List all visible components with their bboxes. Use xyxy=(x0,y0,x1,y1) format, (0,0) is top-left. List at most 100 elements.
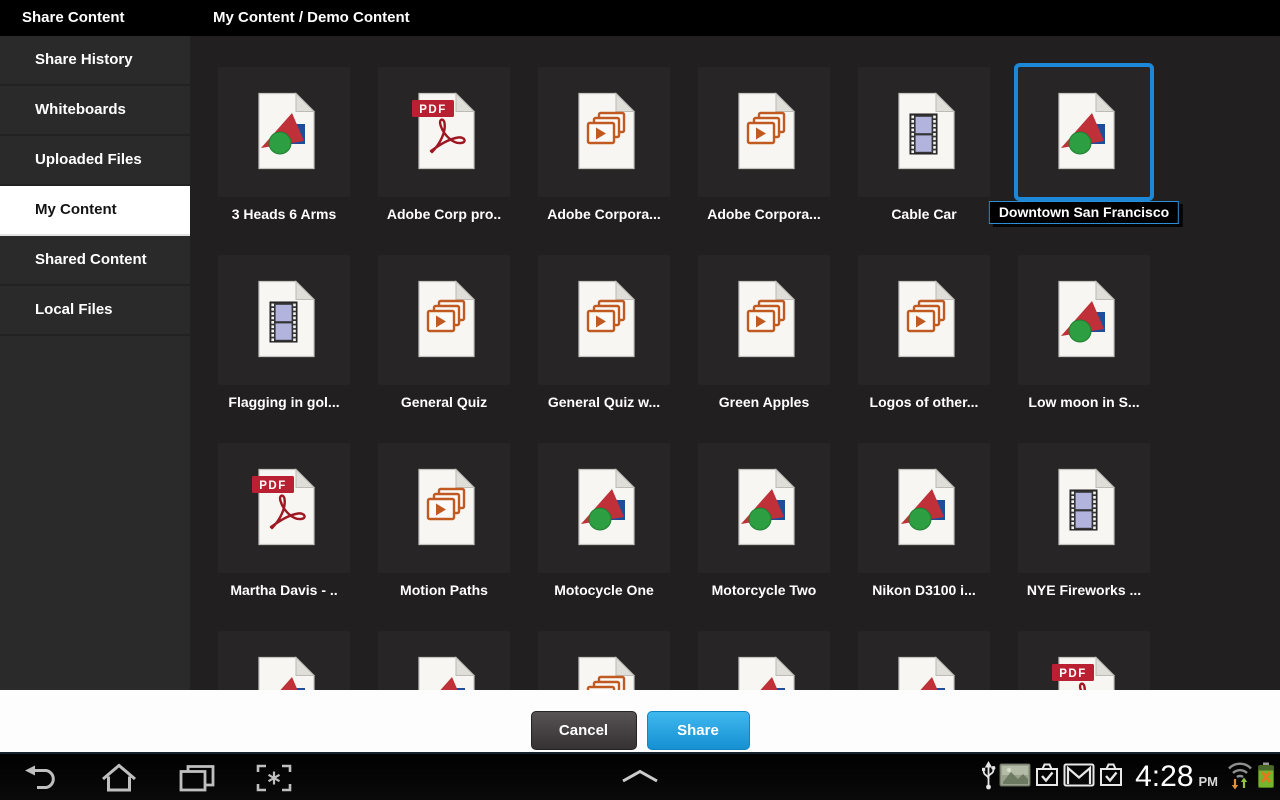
sidebar-item-whiteboards[interactable]: Whiteboards xyxy=(0,86,190,136)
breadcrumb[interactable]: My Content / Demo Content xyxy=(213,9,410,26)
content-tile-label: Motion Paths xyxy=(378,582,510,602)
content-tile-thumbnail xyxy=(538,443,670,573)
share-button[interactable]: Share xyxy=(647,711,750,750)
recent-apps-icon[interactable] xyxy=(178,763,216,793)
screen-capture-icon[interactable] xyxy=(256,763,294,793)
content-tile-thumbnail: PDF xyxy=(218,443,350,573)
image-document-icon xyxy=(891,467,957,549)
content-tile[interactable]: NYE Fireworks ... xyxy=(1018,443,1150,631)
system-navigation-bar: 4:28 PM xyxy=(0,752,1280,800)
clock-meridiem: PM xyxy=(1199,774,1219,789)
content-tile-thumbnail xyxy=(858,443,990,573)
content-tile-label: Motorcycle Two xyxy=(698,582,830,602)
content-tile-label: Logos of other... xyxy=(858,394,990,414)
content-tile[interactable]: Adobe Corpora... xyxy=(538,67,670,255)
usb-icon xyxy=(981,760,996,795)
presentation-document-icon xyxy=(411,279,477,361)
presentation-document-icon xyxy=(571,91,637,173)
content-tile-label: Adobe Corpora... xyxy=(698,206,830,226)
content-tile[interactable]: Green Apples xyxy=(698,255,830,443)
battery-icon xyxy=(1257,761,1275,794)
video-document-icon xyxy=(1051,467,1117,549)
content-tile[interactable]: PDFMartha Davis - .. xyxy=(218,443,350,631)
image-document-icon xyxy=(891,655,957,690)
screen: Share Content My Content / Demo Content … xyxy=(0,0,1280,800)
content-tile[interactable]: Motion Paths xyxy=(378,443,510,631)
content-tile-label: Nikon D3100 i... xyxy=(858,582,990,602)
action-bar: Cancel Share xyxy=(0,690,1280,752)
sidebar-item-local-files[interactable]: Local Files xyxy=(0,286,190,336)
image-document-icon xyxy=(571,467,637,549)
content-tile[interactable]: Flagging in gol... xyxy=(218,255,350,443)
content-tile-thumbnail xyxy=(378,631,510,690)
status-bar[interactable]: 4:28 PM xyxy=(981,754,1275,800)
content-tile-thumbnail xyxy=(698,631,830,690)
content-tile[interactable]: Logos of other... xyxy=(858,255,990,443)
content-tile-label: General Quiz w... xyxy=(538,394,670,414)
content-tile-thumbnail xyxy=(1018,67,1150,197)
content-tile-thumbnail xyxy=(218,67,350,197)
content-tile-thumbnail xyxy=(538,255,670,385)
image-document-icon xyxy=(1051,279,1117,361)
content-tile[interactable]: Motorcycle Two xyxy=(698,443,830,631)
content-tile[interactable]: Nikon D3100 i... xyxy=(858,443,990,631)
svg-text:PDF: PDF xyxy=(1059,668,1087,680)
clock: 4:28 PM xyxy=(1135,760,1218,794)
image-document-icon xyxy=(731,655,797,690)
image-document-icon xyxy=(251,655,317,690)
image-document-icon xyxy=(411,655,477,690)
content-tile[interactable]: Motocycle One xyxy=(538,443,670,631)
content-tile[interactable]: PDF xyxy=(1018,631,1150,690)
clock-time: 4:28 xyxy=(1135,760,1193,794)
content-tile-thumbnail xyxy=(858,631,990,690)
top-header-bar: Share Content My Content / Demo Content xyxy=(0,0,1280,36)
photo-notification-icon xyxy=(999,762,1031,793)
sidebar-item-share-history[interactable]: Share History xyxy=(0,36,190,86)
content-tile-thumbnail xyxy=(858,255,990,385)
content-tile-label: Downtown San Francisco xyxy=(989,201,1179,224)
chevron-up-icon[interactable] xyxy=(620,769,660,788)
cancel-button[interactable]: Cancel xyxy=(531,711,637,750)
home-icon[interactable] xyxy=(100,763,138,793)
content-tile-label: Motocycle One xyxy=(538,582,670,602)
content-tile[interactable]: General Quiz w... xyxy=(538,255,670,443)
content-tile[interactable]: 3 Heads 6 Arms xyxy=(218,67,350,255)
svg-text:PDF: PDF xyxy=(419,104,447,116)
sidebar-item-uploaded-files[interactable]: Uploaded Files xyxy=(0,136,190,186)
content-tile-thumbnail xyxy=(218,255,350,385)
presentation-document-icon xyxy=(571,655,637,690)
content-tile[interactable] xyxy=(378,631,510,690)
content-tile[interactable]: Low moon in S... xyxy=(1018,255,1150,443)
content-tile[interactable] xyxy=(858,631,990,690)
image-document-icon xyxy=(251,91,317,173)
video-document-icon xyxy=(251,279,317,361)
sidebar-item-shared-content[interactable]: Shared Content xyxy=(0,236,190,286)
content-tile[interactable]: Cable Car xyxy=(858,67,990,255)
pdf-document-icon: PDF xyxy=(251,467,317,549)
content-tile-label: Green Apples xyxy=(698,394,830,414)
content-tile[interactable]: Downtown San Francisco xyxy=(1018,67,1150,255)
content-tile-label: 3 Heads 6 Arms xyxy=(218,206,350,226)
content-tile-label: Flagging in gol... xyxy=(218,394,350,414)
content-tile[interactable]: General Quiz xyxy=(378,255,510,443)
back-icon[interactable] xyxy=(22,763,60,793)
wifi-traffic-icon xyxy=(1226,760,1254,795)
content-tile[interactable] xyxy=(538,631,670,690)
content-tile-label: General Quiz xyxy=(378,394,510,414)
presentation-document-icon xyxy=(731,279,797,361)
content-tile[interactable] xyxy=(218,631,350,690)
sidebar: Share History Whiteboards Uploaded Files… xyxy=(0,36,190,690)
download-complete-icon xyxy=(1098,762,1124,793)
content-tile-thumbnail xyxy=(698,67,830,197)
presentation-document-icon xyxy=(731,91,797,173)
content-tile-thumbnail xyxy=(538,67,670,197)
image-document-icon xyxy=(731,467,797,549)
content-tile-label: Adobe Corp pro.. xyxy=(378,206,510,226)
content-tile-label: Adobe Corpora... xyxy=(538,206,670,226)
svg-text:PDF: PDF xyxy=(259,480,287,492)
sidebar-item-my-content[interactable]: My Content xyxy=(0,186,190,236)
content-tile[interactable]: PDF Adobe Corp pro.. xyxy=(378,67,510,255)
content-tile-label: Cable Car xyxy=(858,206,990,226)
content-tile[interactable]: Adobe Corpora... xyxy=(698,67,830,255)
content-tile[interactable] xyxy=(698,631,830,690)
